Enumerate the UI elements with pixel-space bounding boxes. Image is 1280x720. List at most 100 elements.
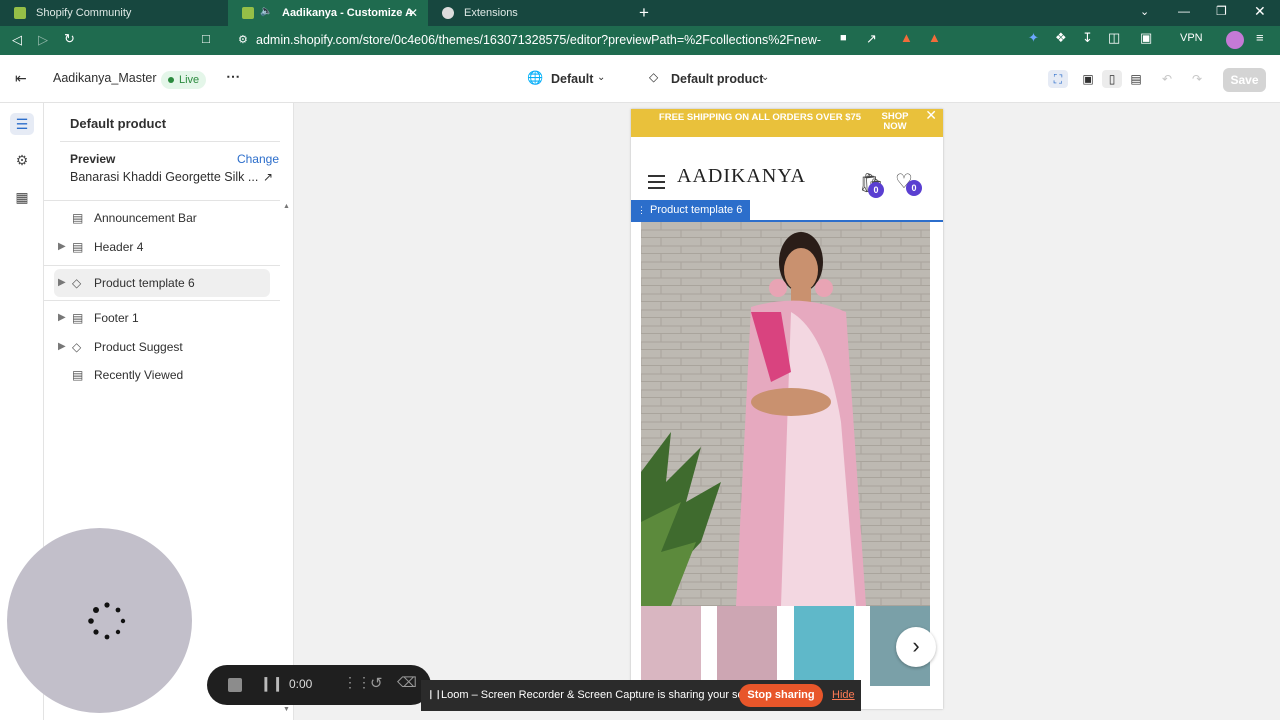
external-link-icon[interactable]: ↗ [263, 170, 273, 184]
section-header[interactable]: ▶ ▤ Header 4 [54, 233, 270, 261]
forward-icon[interactable]: ▷ [38, 32, 48, 48]
section-label: Header 4 [94, 240, 144, 254]
section-recently-viewed[interactable]: ▤ Recently Viewed [54, 361, 270, 389]
chevron-right-icon[interactable]: ▶ [58, 304, 66, 332]
tab-extensions[interactable]: Extensions [428, 0, 628, 26]
stop-recording-icon[interactable] [228, 678, 242, 692]
extensions-puzzle-icon[interactable]: ❖ [1055, 30, 1067, 46]
change-preview-link[interactable]: Change [237, 152, 279, 166]
section-label: Footer 1 [94, 311, 139, 325]
drag-handle-icon: ⋮ [637, 205, 646, 215]
restore-icon[interactable]: ❐ [1216, 4, 1227, 18]
tab-customize-theme[interactable]: 🔈 Aadikanya - Customize Aadika ✕ [228, 0, 428, 26]
brave-shield-icon[interactable]: ▲ [900, 30, 913, 45]
tab-shopify-community[interactable]: Shopify Community [0, 0, 228, 26]
restart-icon[interactable]: ↺ [370, 674, 383, 692]
section-announcement-bar[interactable]: ▤ Announcement Bar [54, 204, 270, 232]
site-info-icon[interactable]: ⚙ [238, 29, 248, 52]
back-icon[interactable]: ◁ [12, 32, 22, 48]
section-footer[interactable]: ▶ ▤ Footer 1 [54, 304, 270, 332]
theme-settings-icon[interactable]: ⚙ [10, 149, 34, 171]
announcement-bar: FREE SHIPPING ON ALL ORDERS OVER $75 SHO… [631, 109, 943, 137]
hide-link[interactable]: Hide [832, 689, 855, 701]
download-icon[interactable]: ↧ [1082, 30, 1093, 46]
save-button[interactable]: Save [1223, 68, 1266, 92]
shopify-favicon-icon [14, 7, 26, 19]
divider [44, 265, 280, 266]
wallet-icon[interactable]: ▣ [1140, 30, 1152, 46]
drawing-grid-icon[interactable]: ⋮⋮ [343, 674, 371, 691]
mobile-view-icon[interactable]: ▯ [1102, 70, 1122, 88]
bookmark-icon[interactable]: □ [202, 31, 210, 46]
full-width-view-icon[interactable]: ▤ [1126, 70, 1146, 88]
tag-icon: ◇ [649, 70, 659, 84]
template-title: Default product [70, 116, 167, 131]
chevron-right-icon[interactable]: ▶ [58, 333, 66, 361]
product-photo-illustration [641, 222, 930, 606]
storefront-preview[interactable]: FREE SHIPPING ON ALL ORDERS OVER $75 SHO… [631, 109, 943, 709]
redo-icon[interactable]: ↷ [1187, 70, 1207, 88]
minimize-icon[interactable]: — [1178, 4, 1190, 18]
tab-title: Extensions [464, 7, 518, 19]
section-product-suggest[interactable]: ▶ ◇ Product Suggest [54, 333, 270, 361]
sidebar-toggle-icon[interactable]: ◫ [1108, 30, 1120, 46]
sidebar-scrollbar[interactable]: ▲ ▼ [282, 203, 290, 713]
close-announcement-icon[interactable]: ✕ [925, 109, 937, 122]
inspector-icon[interactable]: ⛶ [1048, 70, 1068, 88]
pause-icon[interactable]: ❙❙ [260, 675, 283, 692]
product-thumbnail[interactable] [717, 606, 777, 686]
camera-icon[interactable]: ■ [840, 32, 847, 44]
chevron-right-icon[interactable]: ▶ [58, 233, 66, 261]
url-field[interactable]: ⚙ admin.shopify.com/store/0c4e06/themes/… [230, 29, 860, 70]
template-selector[interactable]: Default product [671, 72, 763, 86]
section-label: Product Suggest [94, 340, 183, 354]
reload-icon[interactable]: ↻ [64, 31, 75, 47]
language-selector[interactable]: Default [551, 72, 593, 86]
vpn-button[interactable]: VPN [1180, 32, 1203, 44]
divider [44, 300, 280, 301]
drag-handle-icon[interactable]: ❙❙ [427, 689, 442, 700]
tag-icon: ◇ [72, 340, 82, 354]
speaker-icon: 🔈 [260, 6, 273, 17]
sections-icon[interactable]: ☰ [10, 113, 34, 135]
section-product-template[interactable]: ▶ ◇ Product template 6 [54, 269, 270, 297]
more-actions-button[interactable]: ⋯ [226, 68, 240, 85]
store-logo[interactable]: AADIKANYA [677, 165, 806, 188]
exit-icon[interactable]: ⇤ [15, 70, 27, 87]
app-embeds-icon[interactable]: ▦ [10, 186, 34, 208]
loom-camera-bubble[interactable] [7, 528, 192, 713]
undo-icon[interactable]: ↶ [1157, 70, 1177, 88]
menu-icon[interactable]: ≡ [1256, 30, 1264, 45]
desktop-view-icon[interactable]: ▣ [1078, 70, 1098, 88]
chevron-down-icon: ⌄ [597, 72, 606, 83]
section-icon: ▤ [72, 368, 84, 382]
tag-icon: ◇ [72, 276, 82, 290]
share-icon[interactable]: ↗ [866, 31, 877, 47]
tab-search-icon[interactable]: ⌄ [1140, 5, 1149, 18]
announcement-text: FREE SHIPPING ON ALL ORDERS OVER $75 [658, 112, 862, 123]
section-label: Product template 6 [94, 276, 195, 290]
chevron-down-icon: ⌄ [761, 72, 770, 83]
screen-sharing-bar: ❙❙ Loom – Screen Recorder & Screen Captu… [421, 680, 861, 711]
close-tab-icon[interactable]: ✕ [408, 6, 418, 20]
globe-icon: 🌐 [527, 70, 544, 85]
delete-icon[interactable]: ⌫ [397, 674, 417, 691]
hamburger-menu-icon[interactable] [648, 175, 665, 189]
extension-icon[interactable]: ✦ [1028, 30, 1039, 46]
divider [60, 141, 280, 142]
brave-rewards-icon[interactable]: ▲ [928, 30, 941, 45]
profile-avatar[interactable] [1226, 31, 1244, 49]
shop-now-link[interactable]: SHOP NOW [875, 112, 915, 132]
theme-name: Aadikanya_Master [53, 71, 157, 85]
close-window-icon[interactable]: ✕ [1254, 3, 1266, 20]
product-thumbnail[interactable] [641, 606, 701, 686]
stop-sharing-button[interactable]: Stop sharing [739, 684, 823, 707]
divider [44, 200, 280, 201]
next-thumbnail-arrow-icon[interactable]: › [896, 627, 936, 667]
loading-spinner-icon [88, 602, 126, 640]
product-image[interactable] [641, 222, 930, 606]
chevron-right-icon[interactable]: ▶ [58, 269, 66, 297]
new-tab-button[interactable]: + [639, 3, 649, 23]
product-thumbnail[interactable] [794, 606, 854, 686]
recording-controls: ❙❙ 0:00 ⋮⋮ ↺ ⌫ [207, 665, 431, 705]
